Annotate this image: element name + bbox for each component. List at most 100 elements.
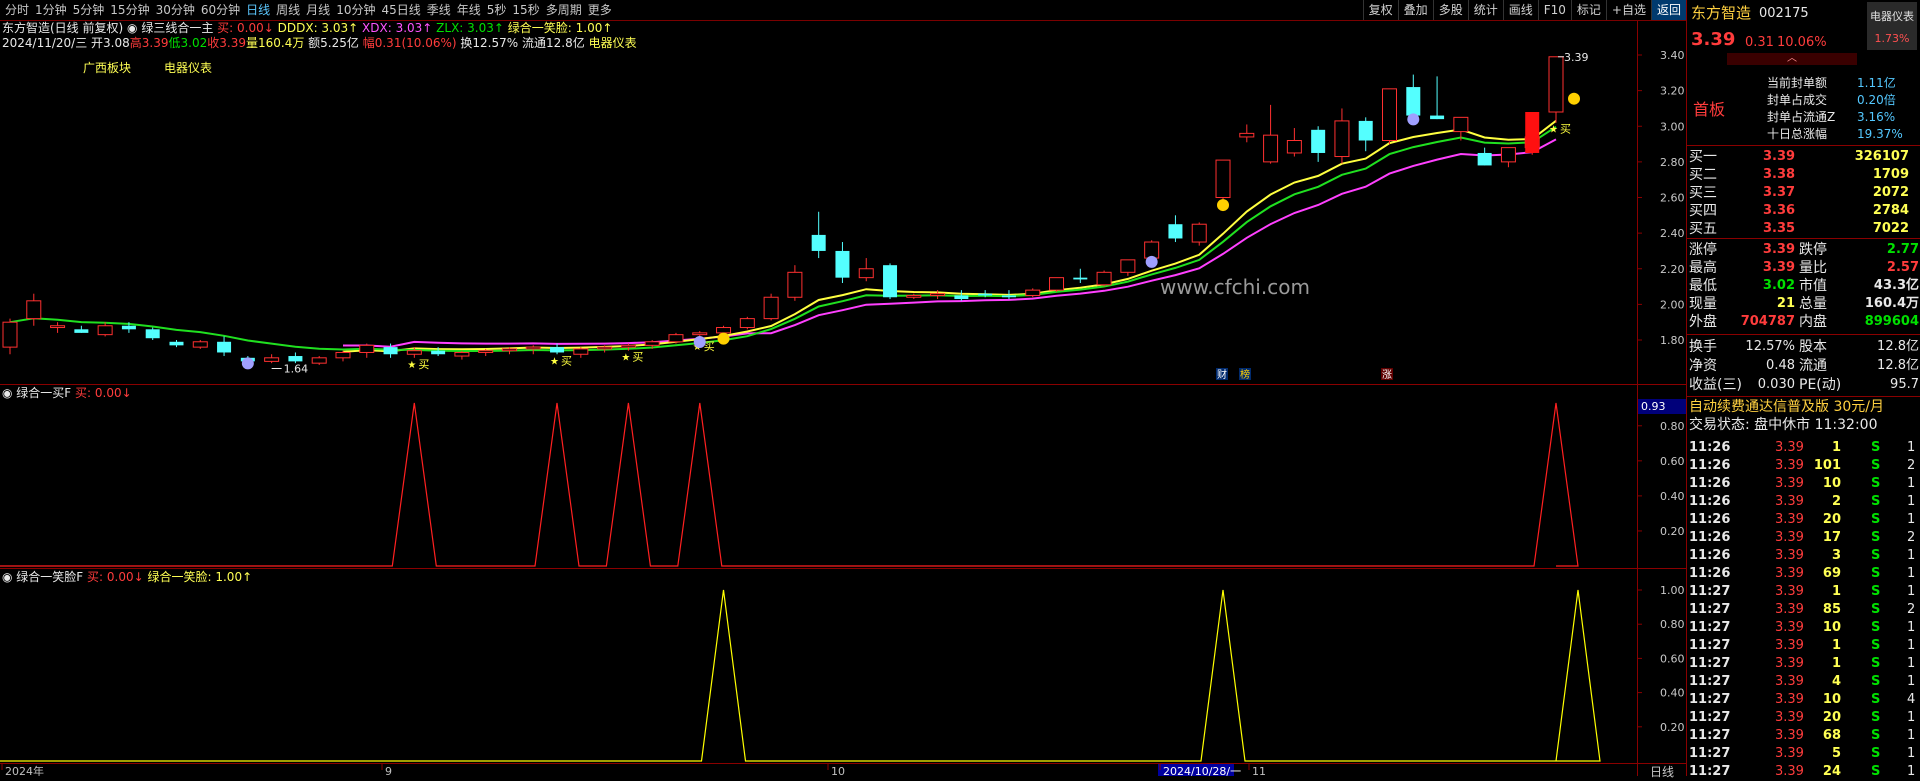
candle-body [1548, 56, 1564, 113]
candle [311, 356, 327, 365]
tick-row: 11:26 3.39 10 S 1 [1687, 475, 1920, 493]
tick-count: 1 [1907, 476, 1916, 491]
dddx-line [342, 120, 1557, 353]
stat-value: 95.7 [1890, 377, 1919, 392]
candle [1430, 76, 1445, 120]
tick-side: S [1871, 710, 1881, 725]
stat-label: 内盘 [1799, 314, 1827, 330]
candle-body [1406, 87, 1421, 116]
sub2-line [0, 589, 1601, 762]
candle-body [1120, 259, 1136, 273]
tick-volume: 17 [1822, 530, 1841, 545]
stat-value: 12.57% [1745, 339, 1795, 354]
tick-price: 3.39 [1775, 728, 1804, 743]
tick-row: 11:27 3.39 1 S 1 [1687, 655, 1920, 673]
tick-side: S [1871, 764, 1881, 779]
event-mark[interactable]: 财 [1217, 368, 1227, 381]
tick-count: 1 [1907, 512, 1916, 527]
bid-row[interactable]: 买五 3.35 7022 [1687, 220, 1920, 238]
tick-count: 4 [1907, 692, 1916, 707]
bid-row[interactable]: 买四 3.36 2784 [1687, 202, 1920, 220]
tick-row: 11:27 3.39 4 S 1 [1687, 673, 1920, 691]
tick-side: S [1871, 638, 1881, 653]
event-mark[interactable]: 涨 [1382, 369, 1392, 381]
tick-price: 3.39 [1775, 476, 1804, 491]
tick-side: S [1871, 584, 1881, 599]
stat-value: 12.8亿 [1877, 358, 1919, 373]
bid-volume: 326107 [1854, 149, 1909, 164]
zlx-line [9, 125, 1557, 352]
tick-row: 11:26 3.39 2 S 1 [1687, 493, 1920, 511]
tick-row: 11:27 3.39 5 S 1 [1687, 745, 1920, 763]
candle-body [597, 346, 613, 350]
chart-area[interactable]: 3.40 3.20 3.00 2.80 2.60 2.40 2.20 2.00 1.80 3.3… [0, 0, 1686, 776]
candle [1168, 215, 1183, 243]
candle-body [906, 294, 922, 298]
bid-label: 买五 [1689, 221, 1717, 237]
tick-side: S [1871, 692, 1881, 707]
tick-volume: 1 [1831, 584, 1841, 599]
stat-label: 跌停 [1799, 242, 1827, 258]
candle [573, 347, 589, 358]
sub1-title[interactable]: ◉ 绿合一买F [2, 386, 71, 400]
tick-price: 3.39 [1775, 440, 1804, 455]
smiley-icon [1217, 199, 1230, 212]
tick-count: 1 [1907, 638, 1916, 653]
candle-body [1096, 271, 1112, 286]
candle [1073, 268, 1088, 283]
bid-row[interactable]: 买二 3.38 1709 [1687, 166, 1920, 184]
candle-body [454, 351, 470, 357]
candle-body [169, 341, 184, 346]
tick-side: S [1871, 620, 1881, 635]
tick-time: 11:26 [1689, 458, 1731, 473]
y-tick-label: 2.20 [1660, 263, 1685, 276]
collapse-toggle[interactable]: ︿ [1727, 53, 1857, 65]
candle [145, 327, 160, 340]
x-tick-label: 2024/10/28/一 [1163, 765, 1241, 776]
tick-price: 3.39 [1775, 602, 1804, 617]
tick-side: S [1871, 656, 1881, 671]
candle-body [288, 356, 303, 362]
candle [1500, 147, 1516, 168]
tick-side: S [1871, 494, 1881, 509]
candle [1453, 116, 1469, 141]
stat-row: 换手 12.57% 股本 12.8亿 [1687, 338, 1920, 356]
tick-side: S [1871, 602, 1881, 617]
stat-label: 总量 [1799, 296, 1827, 312]
tick-price: 3.39 [1775, 494, 1804, 509]
candle [97, 322, 113, 337]
event-mark[interactable]: 榜 [1240, 368, 1250, 381]
candle-body [50, 325, 66, 329]
bid-row[interactable]: 买一 3.39 326107 [1687, 148, 1920, 166]
candle-body [1049, 277, 1065, 291]
bid-row[interactable]: 买三 3.37 2072 [1687, 184, 1920, 202]
tick-row: 11:27 3.39 10 S 1 [1687, 619, 1920, 637]
sub2-title[interactable]: ◉ 绿合一笑脸F [2, 570, 83, 584]
stat-label: 流通 [1799, 358, 1827, 374]
tick-volume: 20 [1822, 512, 1841, 527]
candle-body [525, 346, 541, 350]
candle-body [217, 341, 232, 353]
panel-price: 3.39 [1691, 29, 1736, 50]
candle-body [954, 295, 969, 300]
candle-body [739, 318, 755, 329]
tick-count: 1 [1907, 584, 1916, 599]
stat-label: 量比 [1799, 260, 1827, 276]
promo-banner[interactable]: 自动续费通达信普及版 30元/月 [1687, 398, 1920, 416]
y-tick-label: 1.80 [1660, 334, 1685, 347]
y-tick-label: 0.80 [1660, 420, 1685, 433]
tick-time: 11:26 [1689, 512, 1731, 527]
tick-time: 11:27 [1689, 584, 1731, 599]
stat-label: PE(动) [1799, 377, 1842, 393]
candle [1215, 159, 1231, 202]
candle-body [1382, 88, 1398, 141]
stat-label: 净资 [1689, 358, 1717, 374]
tick-row: 11:27 3.39 1 S 1 [1687, 637, 1920, 655]
limit-up-candle [1525, 112, 1540, 153]
tick-time: 11:27 [1689, 728, 1731, 743]
bid-label: 买一 [1689, 149, 1717, 165]
tick-count: 1 [1907, 566, 1916, 581]
tick-price: 3.39 [1775, 584, 1804, 599]
stat-row: 净资 0.48 流通 12.8亿 [1687, 357, 1920, 375]
tick-volume: 69 [1822, 566, 1841, 581]
